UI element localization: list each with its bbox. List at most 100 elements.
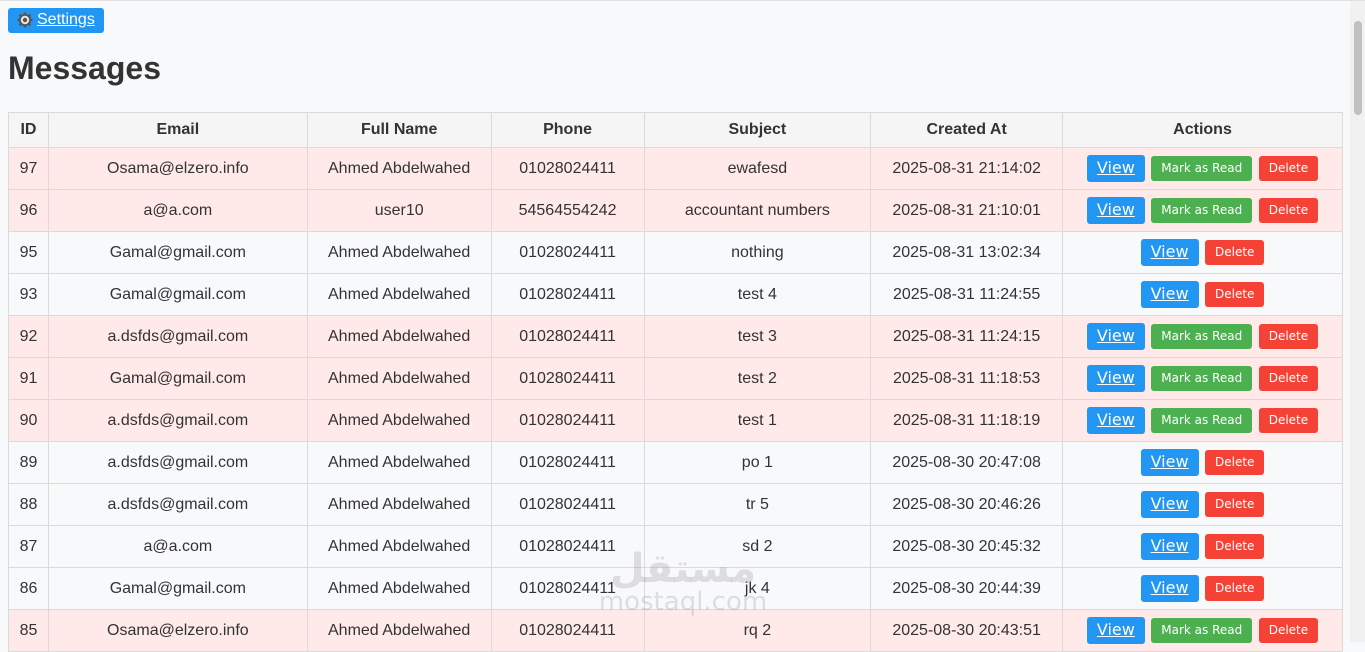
page-title: Messages [8, 50, 161, 86]
cell-email: Gamal@gmail.com [47, 273, 308, 316]
delete-button[interactable]: Delete [1258, 408, 1319, 433]
cell-phone: 01028024411 [490, 441, 645, 484]
view-button[interactable]: View [1086, 407, 1145, 434]
delete-button[interactable]: Delete [1205, 450, 1265, 475]
cell-subject: accountant numbers [643, 189, 872, 232]
cell-phone: 01028024411 [490, 231, 645, 274]
delete-button[interactable]: Delete [1258, 198, 1319, 223]
table-row: 88 a.dsfds@gmail.com Ahmed Abdelwahed 01028… [8, 483, 1343, 526]
cell-full-name: Ahmed Abdelwahed [306, 315, 492, 358]
delete-button[interactable]: Delete [1205, 534, 1265, 559]
cell-full-name: user10 [306, 189, 492, 232]
view-button[interactable]: View [1086, 323, 1145, 350]
cell-id: 89 [8, 441, 49, 484]
cell-created-at: 2025-08-31 11:18:53 [870, 357, 1064, 400]
cell-created-at: 2025-08-30 20:46:26 [870, 483, 1064, 526]
table-row: 85 Osama@elzero.info Ahmed Abdelwahed 01028… [8, 609, 1343, 652]
cell-actions: View Delete [1062, 483, 1343, 526]
cell-phone: 54564554242 [490, 189, 645, 232]
cell-actions: View Delete [1062, 273, 1343, 316]
table-row: 87 a@a.com Ahmed Abdelwahed 01028024411 sd 2… [8, 525, 1343, 568]
cell-created-at: 2025-08-30 20:45:32 [870, 525, 1064, 568]
cell-id: 96 [8, 189, 49, 232]
view-button[interactable]: View [1140, 239, 1199, 266]
mark-as-read-button[interactable]: Mark as Read [1151, 156, 1253, 181]
column-header-actions: Actions [1062, 112, 1343, 148]
view-button[interactable]: View [1140, 533, 1199, 560]
cell-actions: View Mark as Read Delete [1062, 189, 1343, 232]
view-button[interactable]: View [1086, 365, 1145, 392]
view-button[interactable]: View [1140, 449, 1199, 476]
mark-as-read-button[interactable]: Mark as Read [1151, 198, 1253, 223]
cell-actions: View Mark as Read Delete [1062, 315, 1343, 358]
view-button[interactable]: View [1086, 617, 1145, 644]
settings-button[interactable]: Settings [8, 8, 104, 33]
delete-button[interactable]: Delete [1205, 492, 1265, 517]
delete-button[interactable]: Delete [1258, 156, 1319, 181]
cell-email: a.dsfds@gmail.com [47, 441, 308, 484]
cell-id: 85 [8, 609, 49, 652]
delete-button[interactable]: Delete [1205, 240, 1265, 265]
gear-icon [17, 12, 33, 28]
table-row: 89 a.dsfds@gmail.com Ahmed Abdelwahed 01028… [8, 441, 1343, 484]
view-button[interactable]: View [1086, 155, 1145, 182]
view-button[interactable]: View [1140, 575, 1199, 602]
cell-subject: sd 2 [643, 525, 872, 568]
cell-subject: rq 2 [643, 609, 872, 652]
cell-full-name: Ahmed Abdelwahed [306, 147, 492, 190]
cell-email: Osama@elzero.info [47, 609, 308, 652]
cell-created-at: 2025-08-31 21:10:01 [870, 189, 1064, 232]
view-button[interactable]: View [1140, 281, 1199, 308]
cell-phone: 01028024411 [490, 567, 645, 610]
view-button[interactable]: View [1086, 197, 1145, 224]
cell-phone: 01028024411 [490, 483, 645, 526]
column-header-created-at: Created At [870, 112, 1064, 148]
cell-subject: nothing [643, 231, 872, 274]
cell-full-name: Ahmed Abdelwahed [306, 273, 492, 316]
page-container: Settings Messages ID Email Full Name Pho… [8, 8, 1343, 652]
delete-button[interactable]: Delete [1258, 618, 1319, 643]
cell-phone: 01028024411 [490, 609, 645, 652]
cell-full-name: Ahmed Abdelwahed [306, 483, 492, 526]
cell-id: 86 [8, 567, 49, 610]
cell-created-at: 2025-08-31 11:24:15 [870, 315, 1064, 358]
mark-as-read-button[interactable]: Mark as Read [1151, 324, 1253, 349]
delete-button[interactable]: Delete [1205, 282, 1265, 307]
cell-phone: 01028024411 [490, 273, 645, 316]
cell-full-name: Ahmed Abdelwahed [306, 399, 492, 442]
cell-actions: View Delete [1062, 441, 1343, 484]
mark-as-read-button[interactable]: Mark as Read [1151, 618, 1253, 643]
messages-table: ID Email Full Name Phone Subject Created… [8, 112, 1343, 652]
cell-created-at: 2025-08-30 20:43:51 [870, 609, 1064, 652]
delete-button[interactable]: Delete [1258, 324, 1319, 349]
column-header-id: ID [8, 112, 49, 148]
cell-created-at: 2025-08-30 20:44:39 [870, 567, 1064, 610]
column-header-subject: Subject [643, 112, 872, 148]
cell-created-at: 2025-08-31 11:18:19 [870, 399, 1064, 442]
vertical-scrollbar[interactable] [1350, 1, 1365, 642]
cell-subject: test 4 [643, 273, 872, 316]
table-row: 90 a.dsfds@gmail.com Ahmed Abdelwahed 01028… [8, 399, 1343, 442]
column-header-email: Email [47, 112, 308, 148]
cell-full-name: Ahmed Abdelwahed [306, 567, 492, 610]
delete-button[interactable]: Delete [1205, 576, 1265, 601]
cell-full-name: Ahmed Abdelwahed [306, 609, 492, 652]
cell-email: a@a.com [47, 189, 308, 232]
mark-as-read-button[interactable]: Mark as Read [1151, 366, 1253, 391]
cell-actions: View Mark as Read Delete [1062, 609, 1343, 652]
cell-phone: 01028024411 [490, 525, 645, 568]
cell-email: Osama@elzero.info [47, 147, 308, 190]
cell-id: 90 [8, 399, 49, 442]
cell-subject: ewafesd [643, 147, 872, 190]
cell-subject: test 3 [643, 315, 872, 358]
view-button[interactable]: View [1140, 491, 1199, 518]
table-row: 91 Gamal@gmail.com Ahmed Abdelwahed 0102802… [8, 357, 1343, 400]
delete-button[interactable]: Delete [1258, 366, 1319, 391]
cell-id: 93 [8, 273, 49, 316]
table-row: 93 Gamal@gmail.com Ahmed Abdelwahed 0102802… [8, 273, 1343, 316]
table-row: 86 Gamal@gmail.com Ahmed Abdelwahed 0102802… [8, 567, 1343, 610]
mark-as-read-button[interactable]: Mark as Read [1151, 408, 1253, 433]
scrollbar-thumb[interactable] [1354, 21, 1362, 115]
cell-email: a.dsfds@gmail.com [47, 399, 308, 442]
cell-id: 97 [8, 147, 49, 190]
